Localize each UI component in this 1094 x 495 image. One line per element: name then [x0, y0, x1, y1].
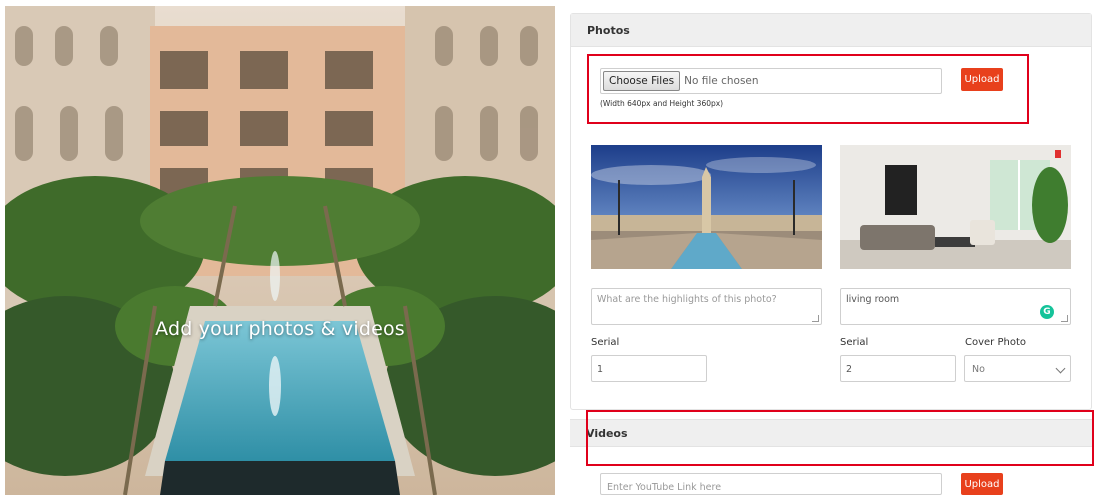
photo-thumbnail-2 [840, 145, 1071, 269]
photo-thumbnail-1 [591, 145, 822, 269]
photo-2-serial-label: Serial [840, 337, 869, 348]
photo-2-description-input[interactable]: living room [840, 288, 1071, 325]
photo-1-serial-input[interactable]: 1 [591, 355, 707, 382]
photo-1-description-input[interactable]: What are the highlights of this photo? [591, 288, 822, 325]
video-upload-button[interactable]: Upload [961, 473, 1003, 495]
hero-courtyard-image [5, 6, 555, 495]
photo-file-input[interactable]: Choose Files No file chosen [600, 68, 942, 94]
photo-1-description-placeholder: What are the highlights of this photo? [597, 294, 777, 305]
grammarly-icon[interactable]: G [1040, 305, 1054, 319]
photos-panel-title: Photos [571, 14, 1091, 47]
photo-size-hint: (Width 640px and Height 360px) [600, 99, 724, 108]
photo-1-serial-label: Serial [591, 337, 620, 348]
photo-2-description-value: living room [846, 294, 900, 305]
resize-handle-icon[interactable] [812, 315, 819, 322]
photo-2-serial-input[interactable]: 2 [840, 355, 956, 382]
hero-caption: Add your photos & videos [155, 318, 405, 340]
living-room-photo-image [840, 145, 1071, 269]
chevron-down-icon [1055, 363, 1066, 374]
file-status-text: No file chosen [684, 75, 759, 87]
videos-section-title: Videos [570, 419, 1092, 447]
cover-photo-label: Cover Photo [965, 337, 1026, 348]
photo-upload-button[interactable]: Upload [961, 68, 1003, 91]
monument-photo-image [591, 145, 822, 269]
hero-banner: Add your photos & videos [5, 6, 555, 495]
choose-files-button[interactable]: Choose Files [603, 71, 681, 91]
youtube-link-placeholder: Enter YouTube Link here [607, 482, 722, 493]
cover-photo-selected-value: No [972, 364, 985, 375]
resize-handle-icon[interactable] [1061, 315, 1068, 322]
cover-photo-select[interactable]: No [964, 355, 1071, 382]
youtube-link-input[interactable]: Enter YouTube Link here [600, 473, 942, 495]
